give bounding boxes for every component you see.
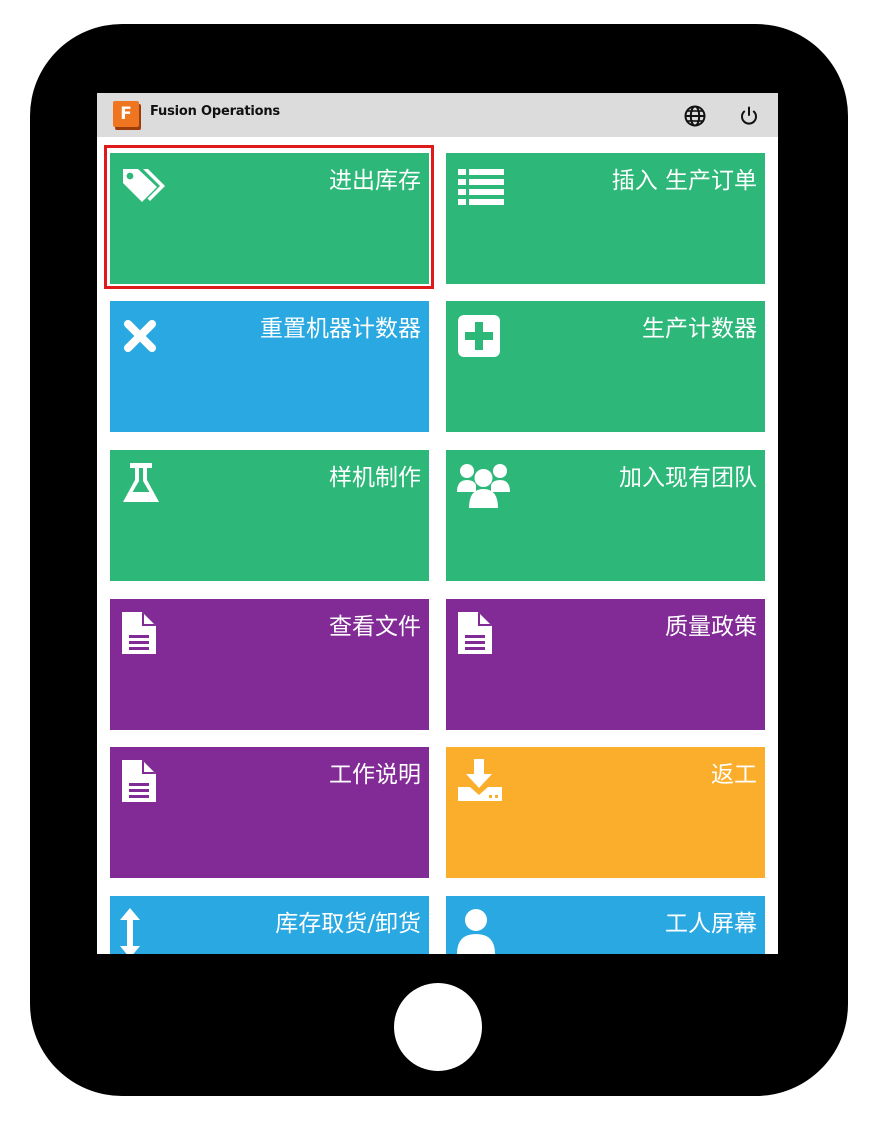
x-icon (124, 320, 156, 352)
document-icon (122, 612, 156, 654)
tile-label: 重置机器计数器 (260, 316, 421, 342)
globe-icon[interactable] (683, 104, 707, 128)
vertical-arrows-icon (120, 908, 140, 954)
tile-view-documents[interactable]: 查看文件 (110, 599, 429, 730)
tile-insert-production-order[interactable]: 插入 生产订单 (446, 153, 765, 284)
tile-prototyping[interactable]: 样机制作 (110, 450, 429, 581)
tile-rework[interactable]: 返工 (446, 747, 765, 878)
tile-label: 返工 (711, 762, 757, 788)
download-icon (458, 759, 502, 801)
highlight-box (104, 145, 434, 289)
plus-square-icon (458, 315, 500, 357)
list-icon (458, 169, 504, 205)
tile-worker-screen[interactable]: 工人屏幕 (446, 896, 765, 954)
tile-production-counter[interactable]: 生产计数器 (446, 301, 765, 432)
tile-label: 插入 生产订单 (611, 168, 757, 194)
tile-label: 质量政策 (665, 614, 757, 640)
document-icon (458, 612, 492, 654)
home-button[interactable] (394, 983, 482, 1071)
users-icon (457, 464, 510, 508)
tile-label: 生产计数器 (642, 316, 757, 342)
tile-label: 样机制作 (329, 465, 421, 491)
tile-label: 工作说明 (329, 762, 421, 788)
tile-inventory-pickup-unload[interactable]: 库存取货/卸货 (110, 896, 429, 954)
user-icon (457, 909, 495, 954)
tile-work-instructions[interactable]: 工作说明 (110, 747, 429, 878)
tile-label: 库存取货/卸货 (275, 911, 421, 937)
document-icon (122, 760, 156, 802)
tile-label: 加入现有团队 (619, 465, 757, 491)
fusion-logo: F (113, 101, 141, 130)
tile-join-existing-team[interactable]: 加入现有团队 (446, 450, 765, 581)
tile-reset-machine-counter[interactable]: 重置机器计数器 (110, 301, 429, 432)
logo-letter: F (113, 101, 139, 127)
top-bar: F Fusion Operations (97, 93, 778, 137)
flask-icon (123, 463, 159, 502)
power-icon[interactable] (737, 104, 761, 128)
app-title: Fusion Operations (150, 104, 280, 119)
tile-quality-policy[interactable]: 质量政策 (446, 599, 765, 730)
tile-label: 工人屏幕 (665, 911, 757, 937)
tile-label: 查看文件 (329, 614, 421, 640)
